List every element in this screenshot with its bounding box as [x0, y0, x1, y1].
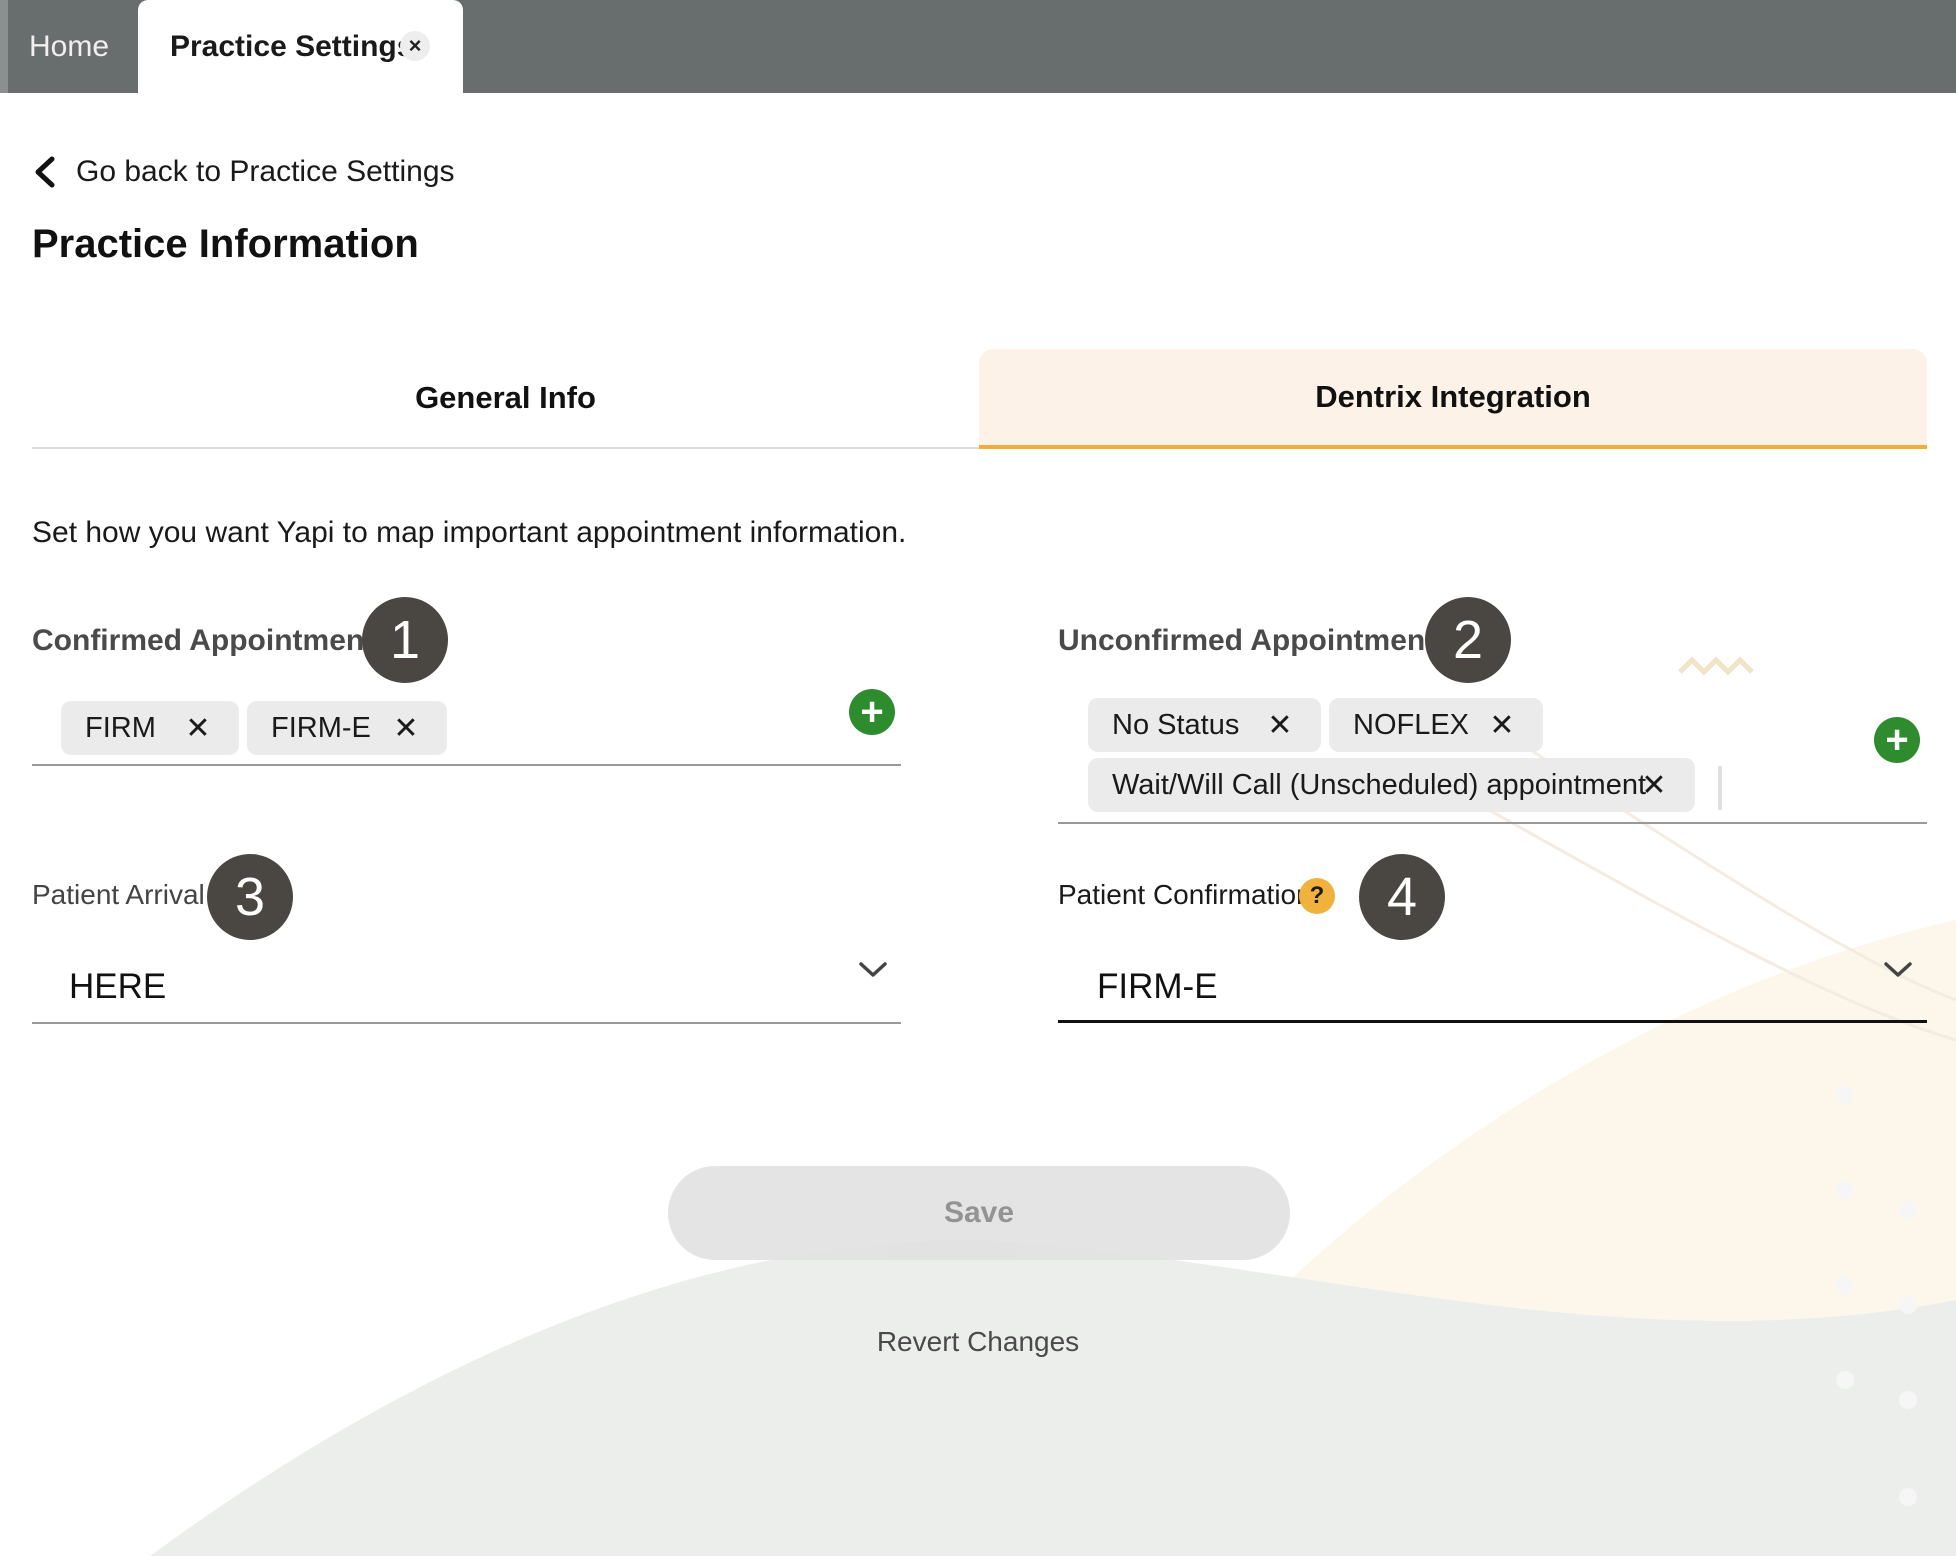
revert-changes-label[interactable]: Revert Changes [877, 1326, 1079, 1357]
remove-chip-icon[interactable]: ✕ [1267, 709, 1293, 742]
tab-home[interactable]: Home [0, 0, 138, 93]
unconfirmed-appointments-label: Unconfirmed Appointments [1058, 624, 1452, 657]
confirmed-appointments-label: Confirmed Appointments [32, 624, 391, 657]
save-button[interactable]: Save [668, 1166, 1290, 1260]
chip-label: FIRM [85, 711, 156, 744]
page-title: Practice Information [32, 222, 419, 266]
confirmed-underline [32, 764, 901, 766]
tab-general-info[interactable]: General Info [32, 349, 979, 449]
remove-chip-icon[interactable]: ✕ [185, 712, 211, 745]
help-icon[interactable]: ? [1299, 878, 1335, 914]
chevron-down-icon[interactable] [1883, 960, 1913, 980]
add-confirmed-icon[interactable]: + [849, 689, 895, 735]
chip-noflex: NOFLEX ✕ [1329, 698, 1543, 752]
tab-dentrix-integration[interactable]: Dentrix Integration [979, 349, 1927, 449]
tab-general-info-label: General Info [415, 380, 596, 415]
chip-firm-e: FIRM-E ✕ [247, 701, 447, 755]
patient-confirmation-underline [1058, 1020, 1927, 1023]
step-badge-2: 2 [1425, 597, 1511, 683]
step-badge-4: 4 [1359, 854, 1445, 940]
top-tab-bar: Home Practice Settings × [0, 0, 1956, 93]
revert-changes-link: Revert Changes [0, 1326, 1956, 1358]
chip-label: FIRM-E [271, 711, 371, 744]
remove-chip-icon[interactable]: ✕ [1489, 709, 1515, 742]
patient-arrival-label: Patient Arrival [32, 879, 205, 910]
chip-no-status: No Status ✕ [1088, 698, 1321, 752]
tab-dentrix-integration-label: Dentrix Integration [1315, 379, 1591, 414]
tab-practice-settings-label: Practice Settings [170, 29, 414, 63]
patient-confirmation-label: Patient Confirmation [1058, 879, 1312, 910]
close-tab-icon[interactable]: × [400, 31, 430, 61]
step-badge-3: 3 [207, 854, 293, 940]
back-link[interactable]: Go back to Practice Settings [30, 155, 455, 189]
instructions-text: Set how you want Yapi to map important a… [32, 516, 907, 549]
chip-firm: FIRM ✕ [61, 701, 239, 755]
chip-label: Wait/Will Call (Unscheduled) appointment [1112, 768, 1647, 801]
unconfirmed-underline [1058, 822, 1927, 824]
patient-arrival-select[interactable]: HERE [69, 967, 166, 1007]
step-badge-1: 1 [362, 597, 448, 683]
patient-arrival-underline [32, 1022, 901, 1024]
back-link-label: Go back to Practice Settings [76, 155, 455, 188]
chip-scroll-indicator[interactable] [1718, 766, 1722, 810]
patient-confirmation-select[interactable]: FIRM-E [1097, 967, 1218, 1007]
tab-home-label: Home [28, 29, 110, 63]
chevron-left-icon [35, 156, 55, 188]
add-unconfirmed-icon[interactable]: + [1874, 717, 1920, 763]
chip-label: NOFLEX [1353, 708, 1470, 741]
chip-wait-will-call: Wait/Will Call (Unscheduled) appointment… [1088, 758, 1695, 812]
remove-chip-icon[interactable]: ✕ [393, 712, 419, 745]
remove-chip-icon[interactable]: ✕ [1641, 769, 1667, 802]
chevron-down-icon[interactable] [858, 960, 888, 980]
tab-practice-settings[interactable]: Practice Settings × [138, 0, 463, 93]
chip-label: No Status [1112, 708, 1240, 741]
